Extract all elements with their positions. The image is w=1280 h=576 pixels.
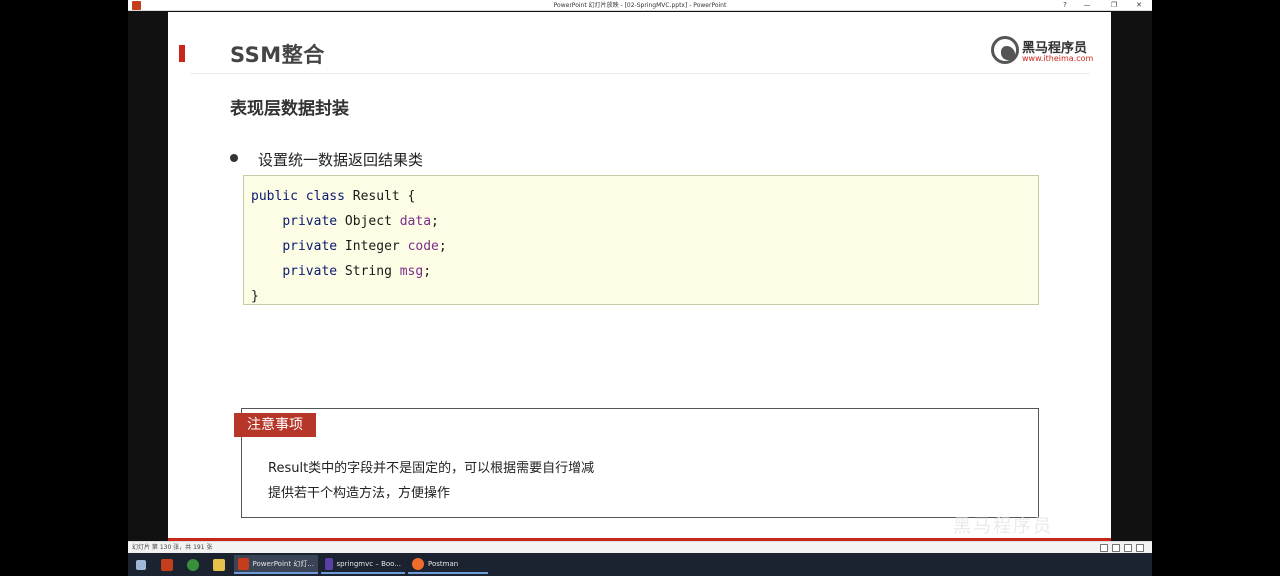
window-title-bar: PowerPoint 幻灯片放映 - [02-SpringMVC.pptx] -… <box>128 0 1152 11</box>
reading-view-icon[interactable] <box>1124 544 1132 552</box>
title-accent-mark <box>179 45 185 62</box>
code-type: String <box>337 264 400 279</box>
code-line: public class Result { <box>251 184 1038 209</box>
chrome-icon <box>187 558 199 571</box>
code-line: private Object data; <box>251 209 1038 234</box>
status-bar: 幻灯片 第 130 张，共 191 张 <box>128 541 1152 553</box>
code-keyword: private <box>282 239 338 254</box>
code-keyword: public class <box>251 189 345 204</box>
code-type: Object <box>337 214 400 229</box>
close-button[interactable]: ✕ <box>1128 0 1150 11</box>
code-semicolon: ; <box>431 214 439 229</box>
powerpoint-icon <box>238 557 249 570</box>
postman-icon <box>412 557 424 570</box>
normal-view-icon[interactable] <box>1100 544 1108 552</box>
code-keyword: private <box>282 264 338 279</box>
note-tag: 注意事项 <box>234 413 316 437</box>
taskbar-pin-explorer[interactable] <box>213 555 225 574</box>
slide-title: SSM整合 <box>230 43 325 67</box>
code-type: Integer <box>337 239 408 254</box>
title-divider <box>190 73 1090 74</box>
watermark: 黑马程序员 <box>953 516 1053 537</box>
section-heading: 表现层数据封装 <box>230 99 349 119</box>
code-field: code <box>407 239 439 254</box>
taskbar-app-label: PowerPoint 幻灯... <box>252 559 314 568</box>
window-title: PowerPoint 幻灯片放映 - [02-SpringMVC.pptx] -… <box>553 2 727 9</box>
code-semicolon: ; <box>438 239 447 254</box>
bullet-icon <box>230 154 238 162</box>
taskbar-app-intellij[interactable]: springmvc – Boo... <box>321 555 405 574</box>
code-line: } <box>251 289 259 304</box>
windows-icon <box>136 559 146 570</box>
restore-button[interactable]: ❐ <box>1103 0 1125 11</box>
note-line-2: 提供若干个构造方法，方便操作 <box>268 486 451 501</box>
brand-logo: 黑马程序员 www.itheima.com <box>991 35 1094 65</box>
slideshow-view-icon[interactable] <box>1136 544 1144 552</box>
screen: PowerPoint 幻灯片放映 - [02-SpringMVC.pptx] -… <box>128 0 1152 576</box>
taskbar: PowerPoint 幻灯... springmvc – Boo... Post… <box>128 553 1152 576</box>
taskbar-pin-1[interactable] <box>161 555 173 574</box>
note-box: 注意事项 Result类中的字段并不是固定的，可以根据需要自行增减 提供若干个构… <box>234 408 1039 518</box>
sorter-view-icon[interactable] <box>1112 544 1120 552</box>
horse-logo-icon <box>991 36 1019 64</box>
bullet-text: 设置统一数据返回结果类 <box>258 151 424 169</box>
code-line: private String msg; <box>251 259 1038 284</box>
slide[interactable]: SSM整合 黑马程序员 www.itheima.com 表现层数据封装 设置统一… <box>168 12 1111 542</box>
code-line: private Integer code; <box>251 234 1038 259</box>
taskbar-app-label: Postman <box>428 559 459 568</box>
code-keyword: private <box>282 214 338 229</box>
slideshow-area: SSM整合 黑马程序员 www.itheima.com 表现层数据封装 设置统一… <box>128 11 1152 542</box>
code-semicolon: ; <box>423 264 432 279</box>
taskbar-pin-chrome[interactable] <box>187 555 199 574</box>
note-line-1: Result类中的字段并不是固定的，可以根据需要自行增减 <box>268 461 595 476</box>
taskbar-app-powerpoint[interactable]: PowerPoint 幻灯... <box>234 555 318 574</box>
code-field: msg <box>399 264 424 279</box>
folder-icon <box>213 558 225 571</box>
code-block: public class Result { private Object dat… <box>243 175 1039 305</box>
taskbar-app-postman[interactable]: Postman <box>408 555 488 574</box>
view-controls <box>1100 544 1144 552</box>
code-text: Result { <box>344 189 416 204</box>
intellij-icon <box>325 557 333 570</box>
logo-url: www.itheima.com <box>1022 54 1094 63</box>
start-button[interactable] <box>136 555 146 574</box>
minimize-button[interactable]: — <box>1076 0 1098 11</box>
help-button[interactable]: ? <box>1054 0 1076 11</box>
app-icon <box>161 558 173 571</box>
code-field: data <box>399 214 432 229</box>
taskbar-app-label: springmvc – Boo... <box>336 559 401 568</box>
